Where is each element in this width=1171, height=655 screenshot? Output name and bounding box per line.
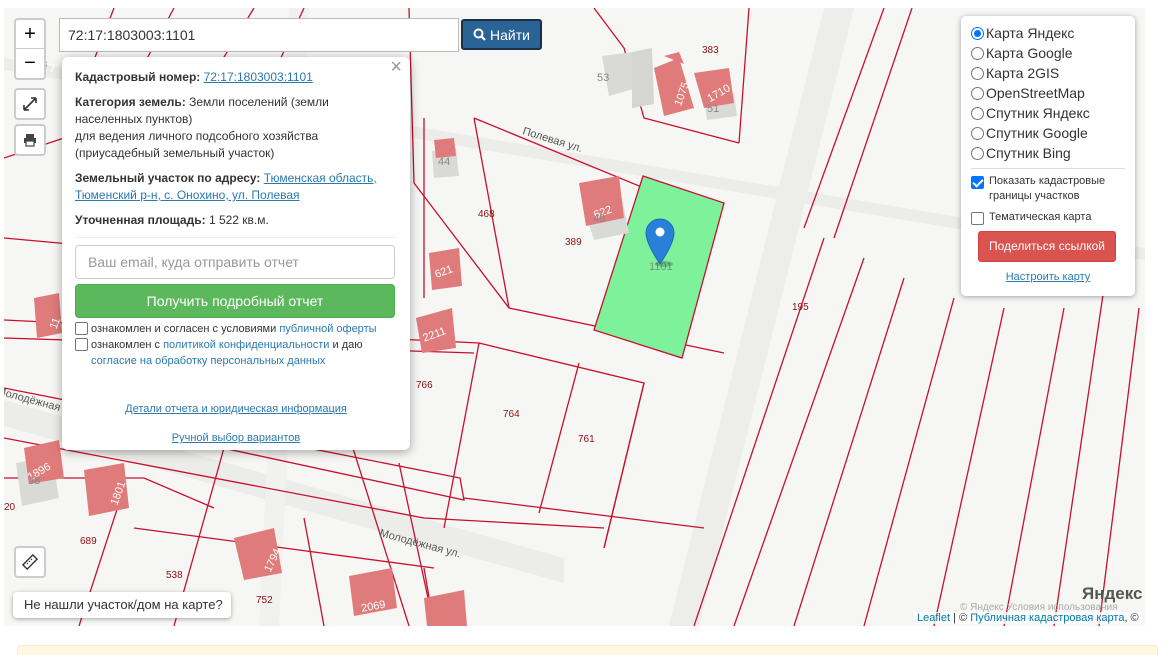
printer-icon <box>24 134 36 147</box>
parcel-label: 389 <box>565 237 582 248</box>
map-settings-link[interactable]: Настроить карту <box>971 271 1125 283</box>
layer-option-osm[interactable]: OpenStreetMap <box>971 83 1125 103</box>
gray-label: 51 <box>707 103 719 115</box>
parcel-label: 383 <box>702 45 719 56</box>
fullscreen-button[interactable] <box>14 88 46 120</box>
land-usage: для ведения личного подсобного хозяйства… <box>75 129 319 160</box>
email-input[interactable]: Ваш email, куда отправить отчет <box>75 245 395 279</box>
address-label: Земельный участок по адресу: <box>75 171 261 185</box>
thematic-map-label: Тематическая карта <box>989 211 1092 223</box>
parcel-label: 764 <box>503 409 520 420</box>
gray-label: 38 <box>28 475 40 487</box>
house-label: 7 <box>49 63 55 75</box>
leaflet-link[interactable]: Leaflet <box>917 612 950 624</box>
radio-icon <box>971 86 984 100</box>
pkk-link[interactable]: Публичная кадастровая карта <box>970 612 1124 624</box>
gray-label: 53 <box>597 72 609 84</box>
layer-label: Спутник Яндекс <box>986 105 1090 121</box>
parcel-label: 766 <box>416 380 433 391</box>
area-label: Уточненная площадь: <box>75 213 206 227</box>
parcel-label: 20 <box>4 502 16 513</box>
search-icon <box>473 28 486 41</box>
offer-agreement: ознакомлен и согласен с условиями публич… <box>75 321 397 337</box>
thematic-map-toggle[interactable]: Тематическая карта <box>971 210 1125 225</box>
get-report-button[interactable]: Получить подробный отчет <box>75 284 395 318</box>
zoom-out-button[interactable]: − <box>16 49 44 78</box>
privacy-checkbox[interactable] <box>75 338 88 351</box>
layer-option-bing-satellite[interactable]: Спутник Bing <box>971 143 1125 163</box>
category-label: Категория земель: <box>75 95 186 109</box>
radio-icon <box>971 126 984 140</box>
close-icon[interactable]: × <box>390 57 402 77</box>
map-attribution: Leaflet | © Публичная кадастровая карта,… <box>914 612 1142 624</box>
parcel-label: 689 <box>80 536 97 547</box>
layer-option-yandex-satellite[interactable]: Спутник Яндекс <box>971 103 1125 123</box>
road-vertical <box>669 8 854 626</box>
agree1-text: ознакомлен и согласен с условиями <box>91 323 277 335</box>
manual-selection-link[interactable]: Ручной выбор вариантов <box>172 432 300 444</box>
parcel-label: 468 <box>478 209 495 220</box>
layer-label: Спутник Google <box>986 125 1088 141</box>
layer-option-google-satellite[interactable]: Спутник Google <box>971 123 1125 143</box>
layer-label: Карта 2GIS <box>986 65 1060 81</box>
offer-checkbox[interactable] <box>75 322 88 335</box>
parcel-info-popup: × Кадастровый номер: 72:17:1803003:1101 … <box>62 57 410 450</box>
report-details-link[interactable]: Детали отчета и юридическая информация <box>125 403 347 415</box>
parcel-label: 538 <box>166 570 183 581</box>
search-input[interactable]: 72:17:1803003:1101 <box>59 18 459 52</box>
show-borders-label: Показать кадастровые границы участков <box>989 175 1106 202</box>
not-found-button[interactable]: Не нашли участок/дом на карте? <box>13 592 231 618</box>
cadastral-label: Кадастровый номер: <box>75 70 201 84</box>
area-value: 1 522 кв.м. <box>208 213 269 227</box>
zoom-control: + − <box>14 18 46 80</box>
layer-label: Карта Google <box>986 45 1073 61</box>
attribution-separator: | © <box>953 612 968 624</box>
privacy-policy-link[interactable]: политикой конфиденциальности <box>163 339 329 351</box>
cadastral-number-link[interactable]: 72:17:1803003:1101 <box>204 70 313 84</box>
parcel-label: 195 <box>792 302 809 313</box>
layer-label: Карта Яндекс <box>986 25 1075 41</box>
expand-icon <box>23 97 37 111</box>
attribution-tail: , © <box>1124 612 1139 624</box>
radio-icon <box>971 146 984 160</box>
agree2-text: ознакомлен с <box>91 339 161 351</box>
gray-label: 48 <box>593 213 605 225</box>
layer-option-google-map[interactable]: Карта Google <box>971 43 1125 63</box>
checkbox-icon <box>971 212 984 225</box>
radio-icon <box>971 46 984 60</box>
show-borders-toggle[interactable]: Показать кадастровые границы участков <box>971 174 1125 204</box>
parcel-label: 752 <box>256 595 273 606</box>
layer-option-2gis-map[interactable]: Карта 2GIS <box>971 63 1125 83</box>
layer-label: OpenStreetMap <box>986 85 1085 101</box>
layer-switcher: Карта Яндекс Карта Google Карта 2GIS Ope… <box>961 16 1135 296</box>
search-button[interactable]: Найти <box>461 19 542 50</box>
yandex-logo: Яндекс <box>1082 584 1142 604</box>
yandex-logo-text: Яндекс <box>1082 584 1143 603</box>
measure-button[interactable] <box>14 546 46 578</box>
agree2-mid-text: и даю <box>332 339 363 351</box>
share-link-button[interactable]: Поделиться ссылкой <box>978 231 1116 262</box>
checkbox-icon <box>971 176 984 189</box>
parcel-label: 761 <box>578 434 595 445</box>
zoom-in-button[interactable]: + <box>16 20 44 49</box>
offer-link[interactable]: публичной оферты <box>279 323 376 335</box>
layer-option-yandex-map[interactable]: Карта Яндекс <box>971 23 1125 43</box>
radio-icon <box>971 66 984 80</box>
radio-icon <box>971 26 984 40</box>
print-button[interactable] <box>14 124 46 156</box>
layer-label: Спутник Bing <box>986 145 1071 161</box>
privacy-agreement: ознакомлен с политикой конфиденциальност… <box>75 337 397 369</box>
radio-icon <box>971 106 984 120</box>
personal-data-consent-link[interactable]: согласие на обработку персональных данны… <box>91 355 325 367</box>
bottom-notice-bar <box>17 645 1158 655</box>
search-button-label: Найти <box>490 26 530 43</box>
ruler-icon <box>22 554 38 570</box>
gray-label: 44 <box>438 156 450 168</box>
